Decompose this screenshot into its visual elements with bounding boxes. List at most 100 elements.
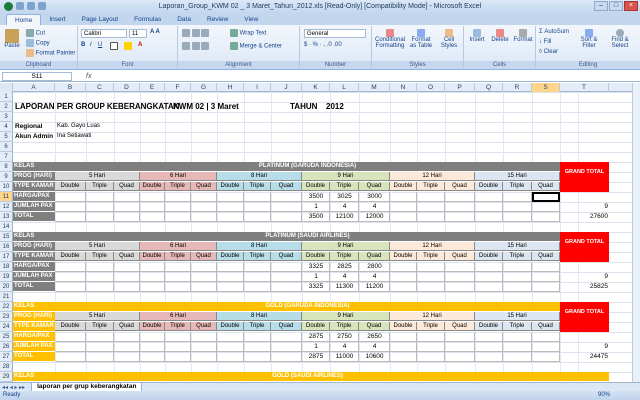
underline-button[interactable]: U — [98, 42, 102, 48]
row-header[interactable]: 12 — [0, 202, 13, 212]
data-cell[interactable] — [271, 282, 302, 292]
column-header[interactable]: C — [86, 83, 114, 92]
cell-value[interactable]: 4 — [359, 342, 390, 351]
row-header[interactable]: 6 — [0, 142, 13, 152]
data-cell[interactable] — [532, 272, 560, 282]
row-header[interactable]: 25 — [0, 332, 13, 342]
data-cell[interactable] — [503, 332, 532, 342]
data-cell[interactable] — [475, 202, 503, 212]
excel-logo-icon[interactable] — [4, 2, 13, 11]
data-cell[interactable] — [140, 342, 165, 352]
data-cell[interactable] — [217, 262, 244, 272]
data-cell[interactable] — [217, 342, 244, 352]
data-cell[interactable] — [445, 352, 475, 362]
data-cell[interactable] — [217, 352, 244, 362]
data-cell[interactable] — [114, 272, 140, 282]
row-header[interactable]: 3 — [0, 112, 13, 122]
cell-value[interactable]: 1 — [302, 342, 330, 351]
tab-view[interactable]: View — [236, 14, 266, 25]
fx-icon[interactable]: fx — [86, 73, 91, 80]
column-header[interactable]: R — [503, 83, 532, 92]
column-header[interactable]: B — [55, 83, 86, 92]
data-cell[interactable] — [191, 272, 217, 282]
column-header[interactable]: S — [532, 83, 560, 92]
data-cell[interactable] — [390, 332, 417, 342]
data-cell[interactable] — [390, 272, 417, 282]
data-cell[interactable] — [271, 332, 302, 342]
font-color-button[interactable]: A — [138, 42, 142, 48]
merge-center-button[interactable]: Merge & Center — [230, 42, 282, 50]
data-cell[interactable] — [86, 192, 114, 202]
row-header[interactable]: 28 — [0, 362, 13, 372]
paste-button[interactable]: Paste — [3, 29, 21, 49]
data-cell[interactable] — [417, 342, 445, 352]
cell-value[interactable]: 2650 — [359, 332, 390, 341]
data-cell[interactable] — [475, 212, 503, 222]
cell-value[interactable]: 3500 — [302, 212, 330, 221]
data-cell[interactable] — [217, 192, 244, 202]
row-header[interactable]: 17 — [0, 252, 13, 262]
grand-jumlah[interactable]: 9 — [560, 202, 609, 211]
column-header[interactable]: N — [390, 83, 417, 92]
data-cell[interactable] — [114, 342, 140, 352]
data-cell[interactable] — [475, 192, 503, 202]
row-header[interactable]: 4 — [0, 122, 13, 132]
sheet-nav-arrows-icon[interactable]: ◂◂ ◂ ▸ ▸▸ — [0, 384, 27, 391]
data-cell[interactable] — [165, 282, 191, 292]
align-top-button[interactable] — [182, 29, 210, 37]
data-cell[interactable] — [503, 202, 532, 212]
data-cell[interactable] — [503, 192, 532, 202]
row-header[interactable]: 22 — [0, 302, 13, 312]
data-cell[interactable] — [55, 262, 86, 272]
column-header[interactable]: M — [359, 83, 390, 92]
clear-button[interactable]: ◊ Clear — [539, 49, 558, 55]
close-icon[interactable]: × — [624, 1, 638, 11]
data-cell[interactable] — [417, 212, 445, 222]
data-cell[interactable] — [445, 342, 475, 352]
redo-icon[interactable] — [38, 2, 46, 10]
grand-total-value[interactable]: 24475 — [560, 352, 609, 361]
data-cell[interactable] — [271, 192, 302, 202]
tab-insert[interactable]: Insert — [41, 14, 73, 25]
data-cell[interactable] — [86, 202, 114, 212]
data-cell[interactable] — [445, 262, 475, 272]
maximize-icon[interactable]: □ — [609, 1, 623, 11]
autosum-button[interactable]: Σ AutoSum — [539, 29, 569, 35]
data-cell[interactable] — [191, 212, 217, 222]
data-cell[interactable] — [55, 202, 86, 212]
data-cell[interactable] — [244, 192, 271, 202]
data-cell[interactable] — [475, 262, 503, 272]
grand-jumlah[interactable]: 9 — [560, 342, 609, 351]
row-header[interactable]: 11 — [0, 192, 13, 202]
cell-value[interactable]: 4 — [330, 272, 359, 281]
cut-button[interactable]: Cut — [26, 29, 45, 37]
data-cell[interactable] — [140, 332, 165, 342]
data-cell[interactable] — [140, 192, 165, 202]
row-header[interactable]: 16 — [0, 242, 13, 252]
row-header[interactable]: 8 — [0, 162, 13, 172]
data-cell[interactable] — [244, 272, 271, 282]
borders-button[interactable] — [110, 42, 118, 50]
cell-value[interactable]: 2800 — [359, 262, 390, 271]
cell-value[interactable]: 12100 — [330, 212, 359, 221]
cell-value[interactable]: 3000 — [359, 192, 390, 201]
data-cell[interactable] — [165, 332, 191, 342]
data-cell[interactable] — [532, 352, 560, 362]
data-cell[interactable] — [55, 352, 86, 362]
cell-value[interactable]: 4 — [359, 202, 390, 211]
data-cell[interactable] — [191, 332, 217, 342]
number-format-select[interactable]: General — [304, 29, 366, 38]
worksheet-grid[interactable]: LAPORAN PER GROUP KEBERANGKATAN KWM 02 | … — [13, 92, 640, 382]
data-cell[interactable] — [114, 352, 140, 362]
data-cell[interactable] — [503, 352, 532, 362]
data-cell[interactable] — [140, 282, 165, 292]
data-cell[interactable] — [445, 272, 475, 282]
column-header[interactable]: D — [114, 83, 140, 92]
data-cell[interactable] — [390, 342, 417, 352]
data-cell[interactable] — [244, 342, 271, 352]
data-cell[interactable] — [417, 332, 445, 342]
data-cell[interactable] — [390, 192, 417, 202]
data-cell[interactable] — [191, 282, 217, 292]
column-header[interactable]: O — [417, 83, 445, 92]
data-cell[interactable] — [390, 212, 417, 222]
